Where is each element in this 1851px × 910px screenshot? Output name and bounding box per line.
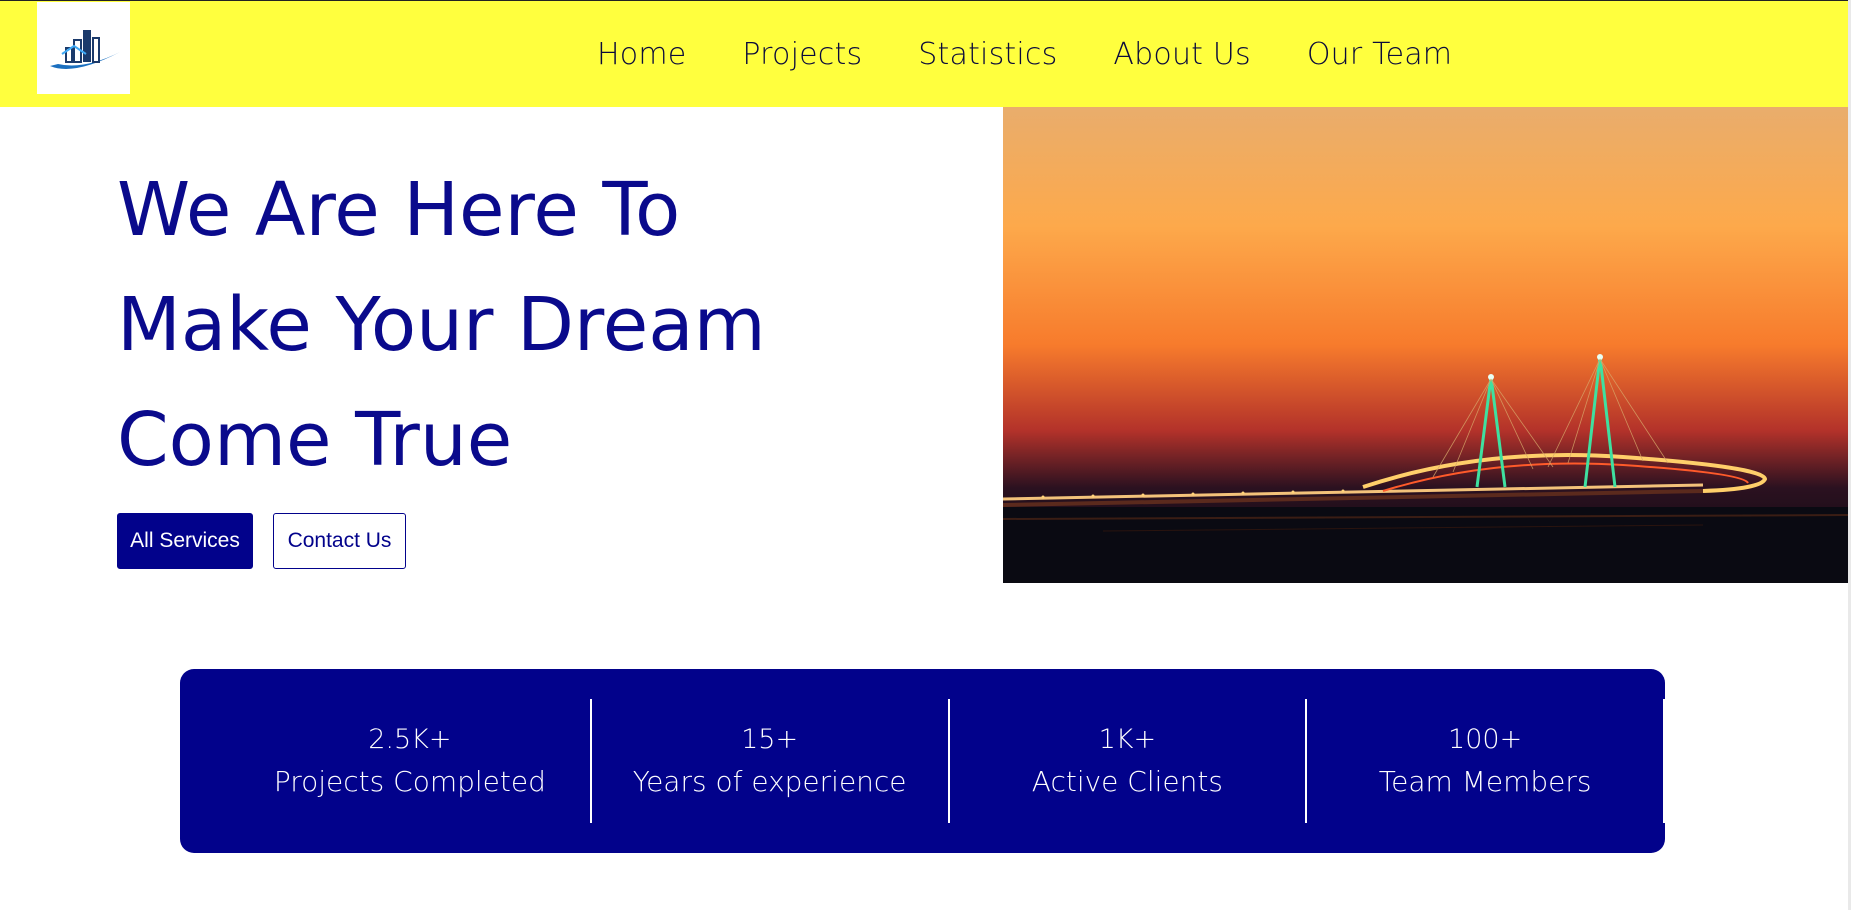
main-nav: Home Projects Statistics About Us Our Te… (597, 1, 1452, 108)
hero-title-line-1: We Are Here To (117, 167, 681, 253)
hero-title-line-2: Make Your Dream (117, 282, 766, 368)
stat-label: Years of experience (632, 765, 907, 798)
stat-value: 1K+ (1098, 724, 1157, 755)
stat-label: Active Clients (1031, 765, 1223, 798)
stat-label: Team Members (1378, 765, 1592, 798)
nav-about-us[interactable]: About Us (1113, 37, 1250, 72)
stat-value: 15+ (741, 724, 799, 755)
bridge-sunset-image (1003, 107, 1848, 583)
stats-bar: 2.5K+ Projects Completed 15+ Years of ex… (180, 669, 1665, 853)
logo[interactable] (37, 2, 130, 94)
nav-our-team[interactable]: Our Team (1307, 37, 1452, 72)
all-services-button[interactable]: All Services (117, 513, 253, 569)
stat-experience: 15+ Years of experience (592, 699, 950, 823)
stat-projects: 2.5K+ Projects Completed (230, 699, 592, 823)
top-header: Home Projects Statistics About Us Our Te… (0, 0, 1851, 107)
stat-value: 100+ (1448, 724, 1523, 755)
hero-title: We Are Here To Make Your Dream Come True (117, 153, 977, 498)
hero-title-line-3: Come True (117, 397, 513, 483)
stat-value: 2.5K+ (368, 724, 452, 755)
building-logo-icon (49, 30, 120, 69)
stat-team: 100+ Team Members (1307, 699, 1665, 823)
nav-statistics[interactable]: Statistics (918, 37, 1057, 72)
stat-label: Projects Completed (273, 765, 546, 798)
contact-us-button[interactable]: Contact Us (273, 513, 406, 569)
stat-clients: 1K+ Active Clients (950, 699, 1308, 823)
hero-image (1003, 107, 1848, 583)
nav-projects[interactable]: Projects (742, 37, 862, 72)
nav-home[interactable]: Home (597, 37, 686, 72)
